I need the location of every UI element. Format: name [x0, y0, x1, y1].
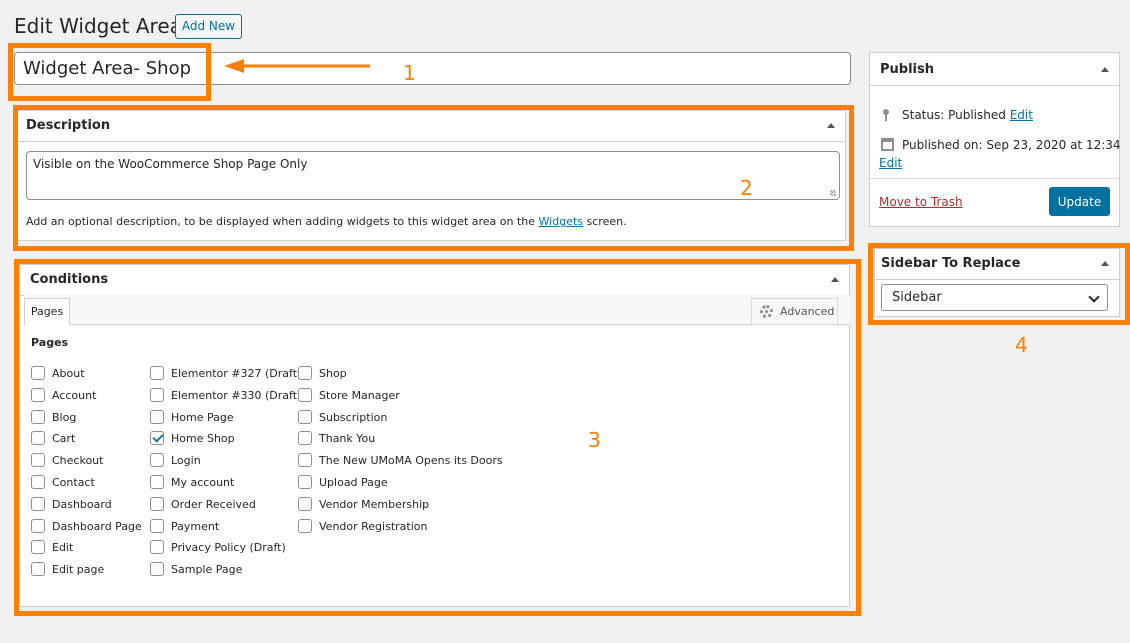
published-date: Published on: Sep 23, 2020 at 12:34	[902, 138, 1121, 152]
callout-number-1: 1	[403, 61, 416, 85]
callout-box-3	[14, 259, 861, 616]
published-edit-link[interactable]: Edit	[879, 156, 902, 170]
collapse-triangle-icon[interactable]	[1101, 67, 1109, 72]
update-button[interactable]: Update	[1049, 187, 1110, 216]
calendar-icon	[881, 138, 894, 151]
callout-number-2: 2	[740, 176, 753, 200]
callout-box-1	[8, 43, 211, 101]
status-edit-link[interactable]: Edit	[1010, 108, 1033, 122]
publish-status: Status: Published Edit	[902, 108, 1033, 122]
callout-number-3: 3	[588, 428, 601, 452]
page-title: Edit Widget Area	[14, 14, 182, 38]
callout-box-4	[868, 243, 1130, 325]
arrow-left-icon	[224, 59, 370, 73]
callout-number-4: 4	[1015, 333, 1028, 357]
add-new-button[interactable]: Add New	[175, 14, 242, 39]
status-pin-icon	[883, 109, 889, 121]
publish-heading: Publish	[870, 53, 1119, 86]
move-to-trash-link[interactable]: Move to Trash	[879, 195, 963, 209]
callout-box-2	[13, 105, 854, 251]
publish-divider	[870, 178, 1119, 179]
status-label: Status: Published	[902, 108, 1006, 122]
